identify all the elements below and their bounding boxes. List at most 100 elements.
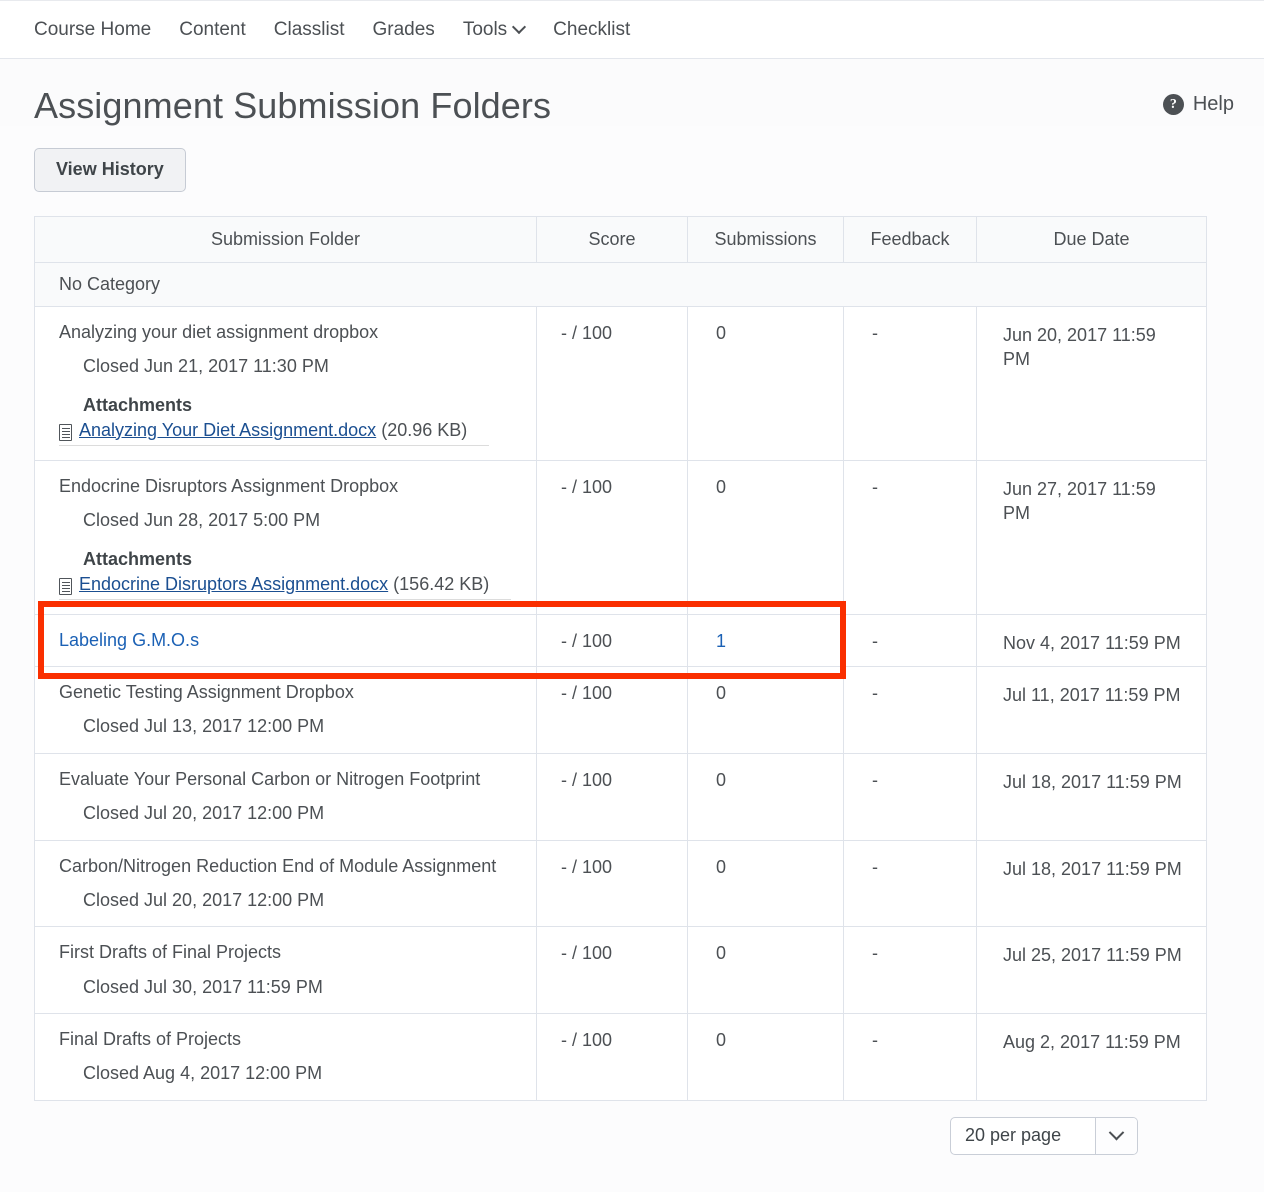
page-title: Assignment Submission Folders — [34, 85, 552, 126]
cell-submission-folder: Labeling G.M.O.s — [34, 613, 537, 667]
cell-score: - / 100 — [536, 305, 688, 461]
folder-title: Endocrine Disruptors Assignment Dropbox — [59, 475, 399, 496]
nav-item-label: Course Home — [34, 19, 152, 40]
page-root: Course Home Content Classlist Grades Tools Ch… — [0, 0, 1264, 1192]
submissions-link[interactable]: 1 — [716, 631, 726, 651]
submissions-count: 0 — [716, 856, 727, 877]
table-header-row: Submission Folder Score Submissions Feedbac… — [34, 215, 1207, 263]
folder-closed-date: Closed Jul 20, 2017 12:00 PM — [83, 889, 325, 910]
submissions-count: 0 — [716, 322, 727, 343]
cell-score: - / 100 — [536, 459, 688, 615]
per-page-value: 20 per page — [965, 1125, 1062, 1146]
table-row: Analyzing your diet assignment dropbox Cl… — [34, 305, 1207, 461]
per-page-select[interactable]: 20 per page — [950, 1116, 1138, 1155]
chevron-down-icon[interactable] — [514, 22, 525, 33]
column-header-submission-folder: Submission Folder — [34, 215, 537, 263]
nav-item-checklist[interactable]: Checklist — [539, 20, 644, 39]
chevron-down-icon[interactable] — [1095, 1117, 1137, 1154]
help-button[interactable]: ? Help — [1162, 93, 1234, 116]
attachment-link[interactable]: Analyzing Your Diet Assignment.docx — [79, 420, 376, 440]
cell-score: - / 100 — [536, 926, 688, 1015]
folder-closed-date: Closed Jun 21, 2017 11:30 PM — [83, 356, 329, 377]
submissions-count: 0 — [716, 943, 727, 964]
cell-submission-folder: Final Drafts of Projects Closed Aug 4, 20… — [34, 1013, 537, 1101]
cell-feedback: - — [843, 613, 977, 667]
nav-item-label: Classlist — [273, 19, 345, 40]
column-header-feedback: Feedback — [843, 215, 977, 263]
page-header: Assignment Submission Folders ? Help — [0, 59, 1264, 127]
cell-due-date: Jul 18, 2017 11:59 PM — [976, 839, 1207, 928]
view-history-button[interactable]: View History — [34, 148, 186, 192]
cell-submission-folder: Genetic Testing Assignment Dropbox Closed… — [34, 665, 537, 754]
folder-title: Carbon/Nitrogen Reduction End of Module … — [59, 855, 497, 876]
cell-submissions: 0 — [687, 1013, 844, 1101]
folder-title: Final Drafts of Projects — [59, 1029, 242, 1050]
cell-due-date: Aug 2, 2017 11:59 PM — [976, 1013, 1207, 1101]
cell-due-date: Jul 18, 2017 11:59 PM — [976, 752, 1207, 841]
submissions-count: 0 — [716, 682, 727, 703]
cell-submissions: 0 — [687, 665, 844, 754]
attachment-item: Endocrine Disruptors Assignment.docx (15… — [59, 574, 511, 600]
table-row: Genetic Testing Assignment Dropbox Closed… — [34, 665, 1207, 754]
folder-title: Genetic Testing Assignment Dropbox — [59, 681, 354, 702]
toolbar: View History — [0, 126, 1264, 192]
table-row: Final Drafts of Projects Closed Aug 4, 20… — [34, 1013, 1207, 1101]
table-row: Carbon/Nitrogen Reduction End of Module … — [34, 839, 1207, 928]
folder-closed-date: Closed Aug 4, 2017 12:00 PM — [83, 1063, 323, 1084]
cell-feedback: - — [843, 665, 977, 754]
folder-title: Analyzing your diet assignment dropbox — [59, 321, 379, 342]
folder-closed-date: Closed Jun 28, 2017 5:00 PM — [83, 510, 321, 531]
folder-title: Evaluate Your Personal Carbon or Nitroge… — [59, 768, 481, 789]
table-body: No Category Analyzing your diet assignmen… — [34, 261, 1207, 1101]
cell-submissions: 1 — [687, 613, 844, 667]
folder-closed-date: Closed Jul 30, 2017 11:59 PM — [83, 976, 323, 997]
attachment-text: Analyzing Your Diet Assignment.docx (20.… — [79, 420, 467, 441]
cell-feedback: - — [843, 459, 977, 615]
nav-item-content[interactable]: Content — [165, 20, 260, 39]
cell-due-date: Jun 20, 2017 11:59 PM — [976, 305, 1207, 461]
folder-closed-date: Closed Jul 13, 2017 12:00 PM — [83, 716, 325, 737]
submission-folders-table-container: Submission Folder Score Submissions Feedbac… — [0, 192, 1264, 1101]
cell-submissions: 0 — [687, 752, 844, 841]
column-header-submissions: Submissions — [687, 215, 844, 263]
cell-feedback: - — [843, 752, 977, 841]
submissions-count: 0 — [716, 476, 727, 497]
cell-submission-folder: Carbon/Nitrogen Reduction End of Module … — [34, 839, 537, 928]
folder-link[interactable]: Labeling G.M.O.s — [59, 629, 536, 652]
column-header-score: Score — [536, 215, 688, 263]
table-row: First Drafts of Final Projects Closed Jul… — [34, 926, 1207, 1015]
file-document-icon — [59, 577, 72, 595]
cell-feedback: - — [843, 305, 977, 461]
folder-title: First Drafts of Final Projects — [59, 942, 282, 963]
attachment-text: Endocrine Disruptors Assignment.docx (15… — [79, 574, 489, 595]
help-label: Help — [1192, 93, 1234, 115]
folder-closed-date: Closed Jul 20, 2017 12:00 PM — [83, 803, 325, 824]
cell-submissions: 0 — [687, 459, 844, 615]
cell-submission-folder: Analyzing your diet assignment dropbox Cl… — [34, 305, 537, 461]
cell-score: - / 100 — [536, 1013, 688, 1101]
cell-due-date: Jul 25, 2017 11:59 PM — [976, 926, 1207, 1015]
attachment-size: (156.42 KB) — [393, 573, 490, 594]
nav-item-tools[interactable]: Tools — [449, 20, 539, 39]
nav-item-classlist[interactable]: Classlist — [260, 20, 359, 39]
submissions-count: 0 — [716, 1030, 727, 1051]
attachments-label: Attachments — [83, 394, 193, 415]
nav-item-label: Content — [179, 19, 246, 40]
cell-feedback: - — [843, 1013, 977, 1101]
cell-due-date: Nov 4, 2017 11:59 PM — [976, 613, 1207, 667]
nav-item-course-home[interactable]: Course Home — [34, 20, 165, 39]
table-header: Submission Folder Score Submissions Feedbac… — [34, 215, 1207, 263]
cell-score: - / 100 — [536, 752, 688, 841]
table-row: Labeling G.M.O.s - / 100 1 - Nov 4, 2017 11:… — [34, 613, 1207, 667]
course-navbar: Course Home Content Classlist Grades Tools Ch… — [0, 0, 1264, 59]
table-footer: 20 per page — [0, 1101, 1264, 1155]
cell-submission-folder: Evaluate Your Personal Carbon or Nitroge… — [34, 752, 537, 841]
nav-item-label: Tools — [462, 19, 508, 40]
attachments-label: Attachments — [83, 548, 193, 569]
cell-score: - / 100 — [536, 665, 688, 754]
cell-feedback: - — [843, 926, 977, 1015]
attachment-link[interactable]: Endocrine Disruptors Assignment.docx — [79, 574, 388, 594]
cell-feedback: - — [843, 839, 977, 928]
nav-item-grades[interactable]: Grades — [359, 20, 449, 39]
category-row: No Category — [34, 261, 1207, 307]
